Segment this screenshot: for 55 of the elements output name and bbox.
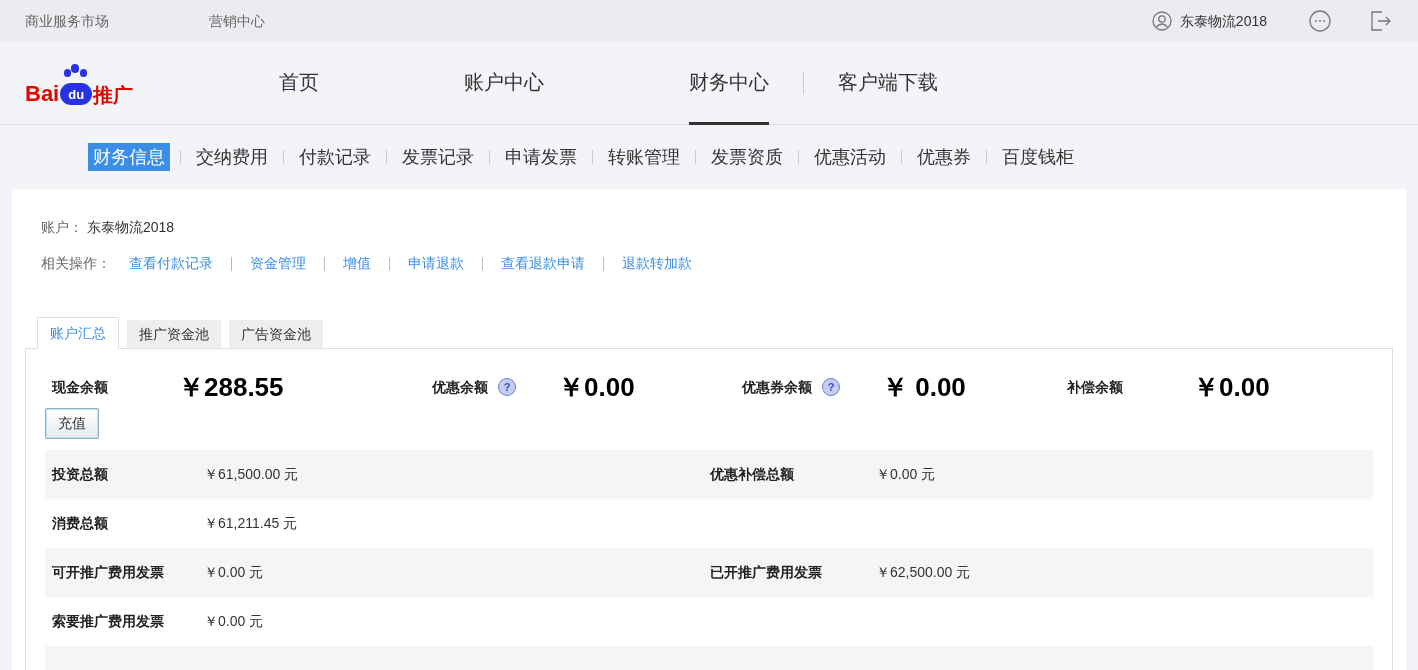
operation-link[interactable]: 申请退款 — [408, 253, 464, 274]
tab[interactable]: 推广资金池 — [127, 320, 221, 348]
subnav-tab[interactable]: 优惠券 — [912, 143, 976, 171]
subnav-tab[interactable]: 发票记录 — [397, 143, 479, 171]
top-link[interactable]: 商业服务市场 — [25, 10, 209, 32]
summary-value: ￥62,500.00 元 — [876, 563, 971, 582]
baidu-logo[interactable]: Bai du 推广 — [25, 61, 134, 105]
summary-value: ￥0.00 元 — [876, 465, 936, 484]
recharge-button[interactable]: 充值 — [45, 408, 99, 439]
operation-link[interactable]: 查看退款申请 — [501, 253, 585, 274]
summary-label: 投资总额 — [52, 465, 109, 484]
nav-tab[interactable]: 客户端下载 — [838, 41, 939, 125]
more-icon[interactable] — [1309, 10, 1331, 32]
user-icon — [1151, 11, 1172, 31]
summary-label: 消费总额 — [52, 514, 109, 533]
operation-link[interactable]: 退款转加款 — [622, 253, 692, 274]
balance-label: 优惠券余额 — [742, 377, 812, 397]
nav-tab[interactable]: 首页 — [279, 41, 320, 125]
summary-value: ￥61,500.00 元 — [204, 465, 300, 484]
subnav-tab[interactable]: 申请发票 — [500, 143, 582, 171]
summary-value: ￥61,211.45 元 — [204, 514, 299, 533]
balance-amount: ￥288.55 — [178, 370, 284, 404]
tab[interactable]: 账户汇总 — [37, 317, 119, 349]
subnav-tab[interactable]: 优惠活动 — [809, 143, 891, 171]
nav-tab[interactable]: 账户中心 — [464, 41, 545, 125]
nav-tab[interactable]: 财务中心 — [689, 41, 770, 125]
summary-value: ￥0.00 元 — [204, 612, 265, 631]
subnav-tab[interactable]: 付款记录 — [294, 143, 376, 171]
balance-amount: ￥ 0.00 — [882, 370, 966, 404]
balance-label: 优惠余额 — [432, 377, 488, 397]
account-label: 账户： — [41, 218, 83, 237]
subnav-tab[interactable]: 发票资质 — [706, 143, 788, 171]
operations-label: 相关操作： — [41, 254, 111, 273]
tab[interactable]: 广告资金池 — [229, 320, 323, 348]
help-icon[interactable]: ? — [498, 378, 516, 396]
operation-link[interactable]: 增值 — [343, 253, 371, 274]
operation-link[interactable]: 查看付款记录 — [129, 253, 213, 274]
balance-label: 补偿余额 — [1067, 377, 1124, 397]
username[interactable]: 东泰物流2018 — [1179, 10, 1267, 32]
subnav-tab[interactable]: 百度钱柜 — [997, 143, 1079, 171]
help-icon[interactable]: ? — [822, 378, 840, 396]
summary-label: 可开推广费用发票 — [52, 563, 165, 582]
balance-amount: ￥0.00 — [1193, 370, 1270, 404]
balance-label: 现金余额 — [52, 377, 109, 397]
subnav-tab[interactable]: 转账管理 — [603, 143, 685, 171]
summary-label: 已开推广费用发票 — [710, 563, 823, 582]
summary-value: ￥0.00 元 — [204, 563, 265, 582]
account-name: 东泰物流2018 — [87, 218, 175, 237]
summary-label: 索要推广费用发票 — [52, 612, 165, 631]
top-link[interactable]: 营销中心 — [209, 10, 265, 32]
logout-icon[interactable] — [1370, 10, 1392, 32]
summary-label: 优惠补偿总额 — [710, 465, 795, 484]
subnav-tab[interactable]: 交纳费用 — [191, 143, 273, 171]
operation-link[interactable]: 资金管理 — [250, 253, 306, 274]
balance-amount: ￥0.00 — [558, 370, 635, 404]
